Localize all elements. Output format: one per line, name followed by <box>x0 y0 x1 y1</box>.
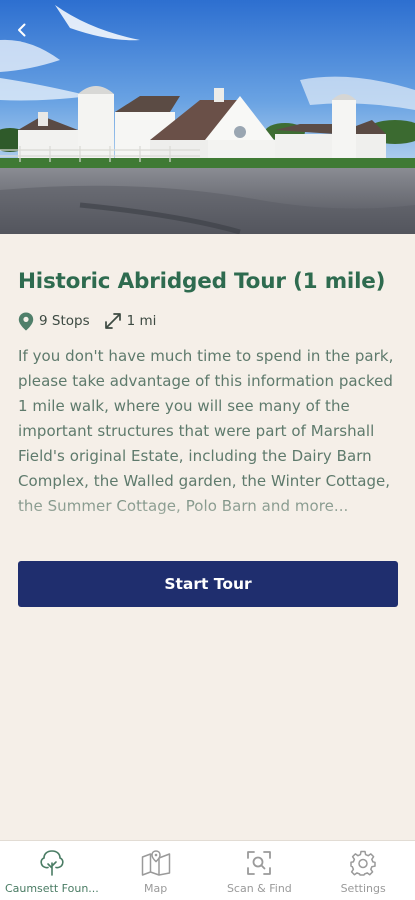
stops-count: 9 Stops <box>18 312 90 331</box>
start-tour-button[interactable]: Start Tour <box>18 561 398 607</box>
bottom-navigation: Caumsett Foun... Map Scan & Find Setting… <box>0 840 415 900</box>
nav-item-map[interactable]: Map <box>104 841 208 900</box>
map-icon <box>141 850 170 876</box>
map-pin-icon <box>18 312 34 330</box>
nav-label: Settings <box>340 882 386 895</box>
distance-label: 1 mi <box>126 313 157 329</box>
tour-details: Historic Abridged Tour (1 mile) 9 Stops … <box>18 262 398 524</box>
distance: 1 mi <box>104 312 157 330</box>
description-text: If you don't have much time to spend in … <box>18 347 394 515</box>
back-button[interactable] <box>8 16 36 44</box>
nav-item-caumsett-foundation[interactable]: Caumsett Foun... <box>0 841 104 900</box>
tree-icon <box>40 850 64 876</box>
nav-item-scan-find[interactable]: Scan & Find <box>208 841 312 900</box>
nav-label: Map <box>144 882 168 895</box>
scan-icon <box>247 851 272 875</box>
nav-label: Scan & Find <box>226 882 292 895</box>
tour-description: If you don't have much time to spend in … <box>18 344 398 524</box>
nav-label: Caumsett Foun... <box>4 882 99 895</box>
tour-meta: 9 Stops 1 mi <box>18 310 398 332</box>
stops-label: 9 Stops <box>39 313 90 329</box>
tour-title: Historic Abridged Tour (1 mile) <box>18 269 386 294</box>
nav-item-settings[interactable]: Settings <box>311 841 415 900</box>
chevron-left-icon <box>18 23 26 37</box>
hero-image <box>0 0 415 234</box>
estate-barn-photo <box>0 0 415 234</box>
distance-icon <box>104 313 121 329</box>
gear-icon <box>350 850 376 876</box>
